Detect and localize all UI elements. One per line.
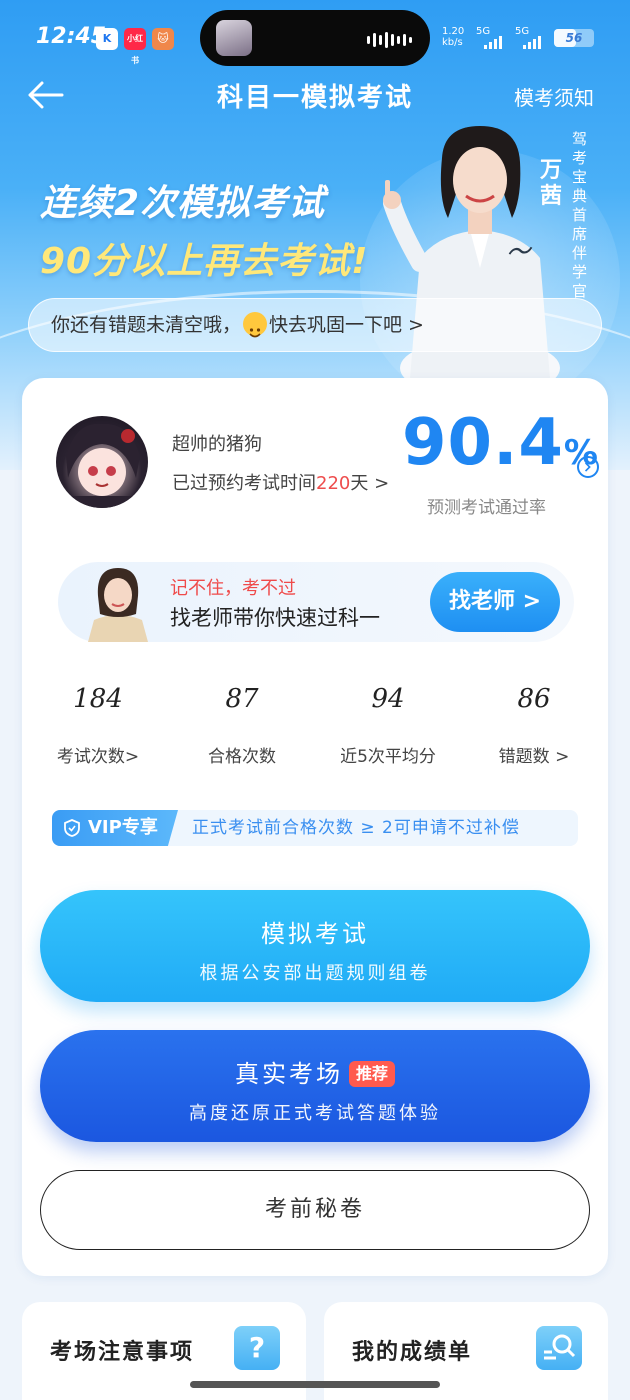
secret-paper-button[interactable]: 考前秘卷 (40, 1170, 590, 1250)
stat-pass-count: 87 合格次数 (172, 684, 312, 767)
shield-icon (64, 819, 80, 837)
home-indicator[interactable] (190, 1381, 440, 1388)
battery-icon: 56 (554, 29, 594, 47)
wrong-questions-notice[interactable]: 你还有错题未清空哦， 快去巩固一下吧 > (28, 298, 602, 352)
teacher-bar-slogan: 记不住，考不过 (170, 578, 296, 599)
net-speed: 1.20 kb/s (442, 26, 464, 48)
music-thumbnail-icon (216, 20, 252, 56)
stat-wrong-count[interactable]: 86 错题数 > (464, 684, 604, 767)
find-teacher-banner[interactable]: 记不住，考不过 找老师带你快速过科一 找老师 > (58, 562, 574, 642)
exam-tips-title: 考场注意事项 (50, 1340, 195, 1365)
passed-suffix: 天 > (350, 473, 390, 494)
app-k-icon: K (96, 28, 118, 50)
anime-avatar-icon (66, 423, 140, 508)
stat-value: 94 (371, 684, 405, 714)
status-bar: 12:45 K 小红书 🐱 1.20 kb/s 5G 5G 56 (0, 0, 630, 78)
username: 超帅的猪狗 (172, 434, 262, 455)
mock-exam-button[interactable]: 模拟考试 根据公安部出题规则组卷 (40, 890, 590, 1002)
stat-average-score: 94 近5次平均分 (318, 684, 458, 767)
stat-value: 184 (73, 684, 123, 714)
stat-label: 错题数 > (498, 747, 570, 767)
dynamic-island[interactable] (200, 10, 430, 66)
chevron-right-icon[interactable] (577, 456, 599, 478)
passed-prefix: 已过预约考试时间 (172, 473, 316, 494)
banner-line-1: 连续2次模拟考试 (40, 183, 326, 224)
question-mark-icon: ? (234, 1326, 280, 1370)
stat-label: 考试次数> (56, 747, 140, 767)
exam-card: 超帅的猪狗 已过预约考试时间220天 > 90.4% 预测考试通过率 记不住，考… (22, 378, 608, 1276)
vip-tag-label: VIP专享 (88, 817, 158, 838)
app-cat-icon: 🐱 (152, 28, 174, 50)
stat-label: 近5次平均分 (340, 747, 436, 767)
real-exam-button[interactable]: 真实考场 推荐 高度还原正式考试答题体验 (40, 1030, 590, 1142)
recommend-badge: 推荐 (348, 1061, 395, 1087)
real-exam-title: 真实考场 (234, 1060, 343, 1088)
net-speed-unit: kb/s (442, 37, 463, 48)
tutor-photo (88, 568, 148, 642)
vip-text: 正式考试前合格次数 ≥ 2可申请不过补偿 (192, 818, 520, 838)
teacher-name: 万茜 (540, 158, 563, 209)
net-speed-value: 1.20 (442, 26, 465, 37)
signal-bars-1-icon (484, 36, 502, 49)
battery-level: 56 (565, 31, 583, 45)
score-report-title: 我的成绩单 (352, 1340, 473, 1365)
pass-rate-label: 预测考试通过率 (427, 498, 546, 518)
notice-text-after: 快去巩固一下吧 > (269, 314, 424, 336)
real-exam-subtitle: 高度还原正式考试答题体验 (189, 1103, 441, 1124)
stat-exam-count[interactable]: 184 考试次数> (28, 684, 168, 767)
exam-notice-link[interactable]: 模考须知 (514, 82, 594, 111)
real-exam-title-row: 真实考场 推荐 (40, 1030, 590, 1089)
search-document-icon (536, 1326, 582, 1370)
vip-compensation-bar[interactable]: VIP专享 正式考试前合格次数 ≥ 2可申请不过补偿 (52, 810, 578, 846)
notice-text-before: 你还有错题未清空哦， (51, 314, 242, 336)
signal-bars-2-icon (523, 36, 541, 49)
audio-wave-icon (367, 32, 412, 48)
pass-rate[interactable]: 90.4% (402, 406, 599, 480)
pass-rate-value: 90.4 (402, 406, 564, 480)
find-teacher-button[interactable]: 找老师 > (430, 572, 560, 632)
stat-value: 86 (517, 684, 551, 714)
stat-label: 合格次数 (208, 747, 276, 767)
teacher-bar-subtitle: 找老师带你快速过科一 (170, 606, 380, 630)
mock-exam-title: 模拟考试 (261, 920, 369, 948)
banner-line-2: 90分以上再去考试! (40, 241, 369, 282)
appointment-passed: 已过预约考试时间220天 > (172, 469, 389, 495)
teacher-role: 驾考宝典首席伴学官 (572, 130, 588, 300)
smile-emoji-icon (243, 311, 268, 337)
vip-tag: VIP专享 (52, 810, 178, 846)
passed-days: 220 (316, 473, 351, 494)
stat-value: 87 (225, 684, 259, 714)
mock-exam-subtitle: 根据公安部出题规则组卷 (199, 963, 431, 984)
avatar[interactable] (56, 416, 148, 508)
app-redbook-icon: 小红书 (124, 28, 146, 65)
